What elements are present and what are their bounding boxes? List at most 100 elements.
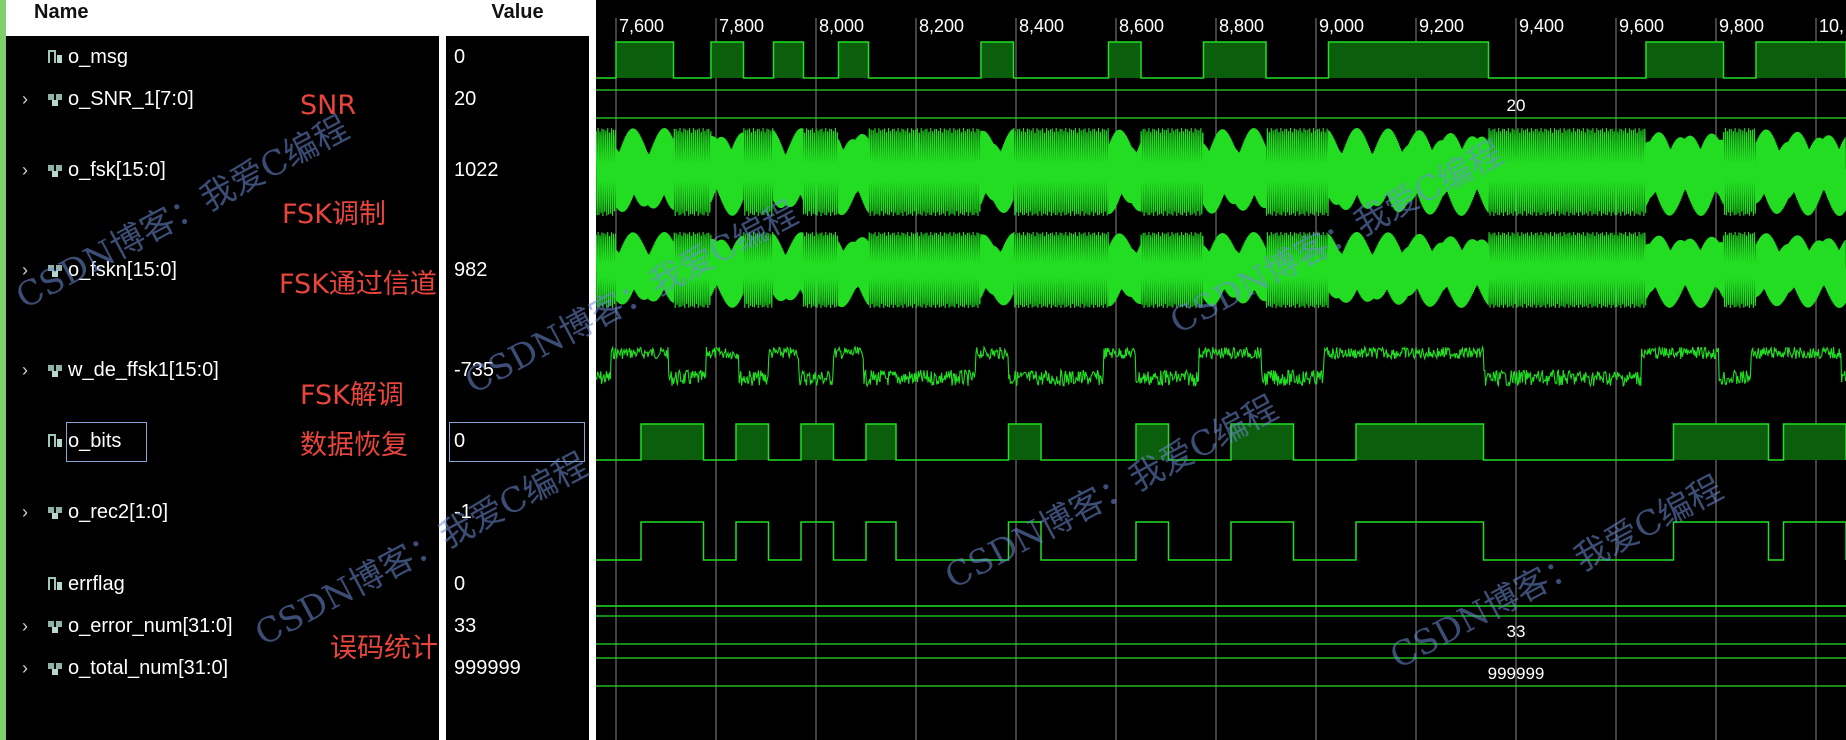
signal-name: o_fskn[15:0] (68, 259, 177, 281)
signal-value: 999999 (454, 657, 521, 679)
bus-signal-icon (48, 621, 62, 633)
expand-chevron-icon[interactable]: › (22, 611, 36, 641)
pane-splitter-2[interactable] (589, 0, 596, 740)
o-fsk-waveform (596, 127, 1846, 217)
name-header-label: Name (34, 1, 89, 23)
expand-chevron-icon[interactable]: › (22, 255, 36, 285)
o-bits-high-pulse (1008, 424, 1041, 460)
signal-row-o-fsk[interactable]: › o_fsk[15:0] (6, 155, 439, 185)
bus-signal-icon (48, 663, 62, 675)
annotation-fsk-mod: FSK调制 (282, 199, 386, 230)
bit-signal-icon (48, 434, 62, 447)
waveform-canvas[interactable]: 7,600 7,800 8,000 8,200 8,400 8,600 8,800 9,000… (596, 0, 1846, 740)
signal-value-pane: Value 0 20 1022 982 -735 0 -1 0 33 999999 (446, 0, 589, 740)
signal-name: o_msg (68, 46, 129, 68)
bus-signal-icon (48, 365, 62, 377)
o-bits-high-pulse (736, 424, 769, 460)
o-total-num-bus-waveform (596, 657, 1846, 687)
signal-name: o_rec2[1:0] (68, 501, 169, 523)
signal-row-o-msg[interactable]: o_msg (6, 42, 439, 72)
o-msg-high-pulse (838, 42, 869, 78)
o-msg-high-pulse (616, 42, 674, 78)
o-bits-high-pulse (1231, 424, 1294, 460)
o-msg-high-pulse (981, 42, 1014, 78)
value-column-header[interactable]: Value (446, 0, 589, 36)
signal-name: w_de_ffsk1[15:0] (68, 359, 219, 381)
name-column-header[interactable]: Name (6, 0, 439, 36)
signal-row-errflag[interactable]: errflag (6, 569, 439, 599)
time-tick-label: 9,800 (1719, 16, 1764, 36)
o-fskn-waveform (596, 231, 1846, 309)
expand-chevron-icon[interactable]: › (22, 155, 36, 185)
signal-value: 0 (454, 573, 466, 595)
time-tick-label: 8,000 (819, 16, 864, 36)
o-bits-high-pulse (1673, 424, 1769, 460)
signal-value: 33 (454, 615, 477, 637)
signal-name: o_total_num[31:0] (68, 657, 229, 679)
o-msg-high-pulse (1756, 42, 1846, 78)
time-tick-label: 7,800 (719, 16, 764, 36)
bit-signal-icon (48, 50, 62, 63)
signal-name: o_fsk[15:0] (68, 159, 166, 181)
o-bits-high-pulse (1356, 424, 1484, 460)
o-bits-high-pulse (801, 424, 834, 460)
o-bits-high-pulse (866, 424, 896, 460)
w-de-ffsk1-waveform (596, 344, 1846, 388)
time-tick-label: 9,000 (1319, 16, 1364, 36)
o-msg-high-pulse (1328, 42, 1489, 78)
time-tick-label: 9,200 (1419, 16, 1464, 36)
signal-row-o-snr-1[interactable]: › o_SNR_1[7:0] (6, 84, 439, 114)
annotation-fsk-demod: FSK解调 (300, 380, 404, 411)
o-bits-high-pulse (1136, 424, 1169, 460)
signal-name: o_error_num[31:0] (68, 615, 233, 637)
bus-signal-icon (48, 165, 62, 177)
o-total-num-bus-value-label: 999999 (1488, 664, 1545, 683)
signal-value: 0 (454, 46, 466, 68)
time-tick-label: 8,200 (919, 16, 964, 36)
o-msg-high-pulse (1108, 42, 1141, 78)
time-tick-label: 8,600 (1119, 16, 1164, 36)
o-msg-high-pulse (1203, 42, 1266, 78)
time-tick-label: 8,800 (1219, 16, 1264, 36)
annotation-error-stats: 误码统计 (330, 633, 438, 664)
o-msg-high-pulse (773, 42, 804, 78)
time-tick-label: 7,600 (619, 16, 664, 36)
expand-chevron-icon[interactable]: › (22, 84, 36, 114)
signal-name: errflag (68, 573, 125, 595)
annotation-snr: SNR (300, 90, 357, 121)
selected-signal-name-box[interactable] (66, 422, 147, 462)
o-bits-high-pulse (1783, 424, 1846, 460)
signal-value: 1022 (454, 159, 499, 181)
expand-chevron-icon[interactable]: › (22, 497, 36, 527)
o-snr-bus-value-label: 20 (1507, 96, 1526, 115)
selected-signal-value-box[interactable] (449, 422, 585, 462)
signal-row-o-rec2[interactable]: › o_rec2[1:0] (6, 497, 439, 527)
o-bits-high-pulse (641, 424, 704, 460)
signal-value: 982 (454, 259, 488, 281)
time-tick-label: 9,400 (1519, 16, 1564, 36)
signal-value: -735 (454, 359, 495, 381)
bus-signal-icon (48, 265, 62, 277)
value-header-label: Value (491, 1, 544, 23)
pane-splitter[interactable] (439, 0, 446, 740)
time-tick-label: 8,400 (1019, 16, 1064, 36)
o-snr-bus-waveform (596, 89, 1846, 119)
o-msg-high-pulse (1646, 42, 1724, 78)
signal-value: 20 (454, 88, 477, 110)
o-bits-waveform (596, 423, 1846, 461)
o-error-num-bus-waveform (596, 615, 1846, 645)
o-rec2-waveform (596, 521, 1846, 561)
bus-signal-icon (48, 94, 62, 106)
annotation-data-recovery: 数据恢复 (300, 430, 408, 461)
signal-name: o_SNR_1[7:0] (68, 88, 194, 110)
bus-signal-icon (48, 507, 62, 519)
o-error-num-bus-value-label: 33 (1507, 622, 1526, 641)
time-tick-label: 10, (1819, 16, 1844, 36)
signal-value: -1 (454, 501, 472, 523)
expand-chevron-icon[interactable]: › (22, 653, 36, 683)
time-tick-label: 9,600 (1619, 16, 1664, 36)
annotation-fsk-channel: FSK通过信道 (279, 269, 437, 300)
o-msg-high-pulse (711, 42, 744, 78)
bit-signal-icon (48, 577, 62, 590)
expand-chevron-icon[interactable]: › (22, 355, 36, 385)
